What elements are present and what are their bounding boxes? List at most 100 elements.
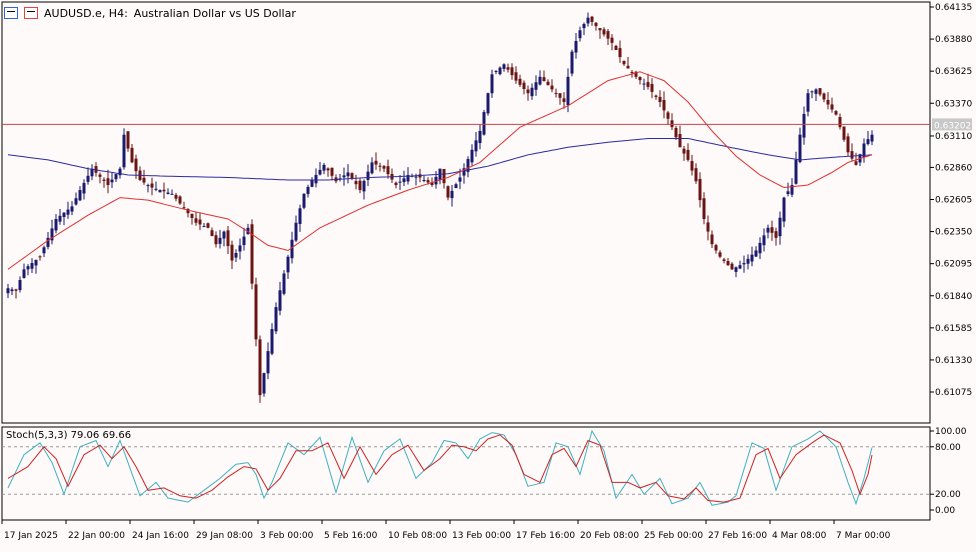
candle-body [422,179,426,181]
candle-body [58,215,62,222]
price-tick-label: 0.63880 [935,35,972,45]
candle-body [710,234,714,245]
candle-body [826,100,830,105]
candle-body [674,127,678,138]
price-tick-label: 0.61585 [935,324,972,334]
candle-body [570,51,574,74]
candle-body [166,192,170,194]
candle-body [594,22,598,27]
time-tick-label: 20 Feb 08:00 [580,531,639,541]
candle-body [154,188,158,190]
chart-header: AUDUSD.e, H4: Australian Dollar vs US Do… [4,4,296,22]
candle-body [726,261,730,266]
candle-body [578,30,582,39]
time-tick-label: 13 Feb 00:00 [452,531,511,541]
stoch-signal-line [7,434,873,503]
candle-body [830,104,834,110]
candle-body [182,207,186,209]
chart-grid-icon[interactable] [4,7,18,19]
price-tick-label: 0.64135 [935,3,972,13]
candle-body [574,40,578,53]
price-tick-label: 0.62095 [935,260,972,270]
candle-body [538,76,542,85]
candle-body [534,82,538,90]
price-tick-label: 0.63370 [935,99,972,109]
chart-window[interactable]: 0.63202 0.64135 0.63880 0.63625 0.63370 0.631… [0,0,976,548]
ma-slow-line [7,138,873,181]
candle-body [706,222,710,232]
candle-body [42,247,46,254]
candle-body [670,120,674,128]
candle-body [350,173,354,179]
candle-body [326,168,330,171]
symbol-description: Australian Dollar vs US Dollar [133,6,296,20]
time-tick-label: 4 Mar 08:00 [772,531,827,541]
candle-body [850,151,854,159]
candle-body [714,245,718,251]
candle-body [742,263,746,265]
candle-body [698,178,702,201]
stoch-tick-label: 20.00 [935,490,961,500]
stoch-tick-label: 80.00 [935,443,961,453]
candle-body [382,166,386,169]
stoch-tick-label: 100.00 [935,427,967,437]
candle-body [242,236,246,246]
candle-body [558,93,562,98]
candle-body [530,87,534,97]
candle-body [478,130,482,144]
candle-body [458,177,462,182]
candle-body [866,139,870,145]
candle-body [450,190,454,199]
candle-body [730,263,734,270]
candle-body [162,189,166,192]
candle-body [582,23,586,29]
candle-body [754,250,758,257]
candle-body [490,74,494,94]
candle-body [794,159,798,184]
candle-body [74,198,78,205]
time-tick-label: 5 Feb 16:00 [324,531,378,541]
candle-body [494,70,498,72]
candle-body [206,223,210,228]
candle-body [146,185,150,187]
stoch-indicator-label: Stoch(5,3,3) 79.06 69.66 [6,430,132,441]
candle-body [666,112,670,119]
time-tick-label: 29 Jan 08:00 [196,531,253,541]
candle-body [374,160,378,165]
candle-body [346,172,350,177]
candle-body [342,175,346,178]
candle-body [130,147,134,163]
candle-body [134,158,138,172]
chart-candle-icon[interactable] [24,7,38,19]
candle-body [174,194,178,199]
candle-body [414,176,418,178]
candle-body [522,82,526,89]
price-tick-label: 0.62350 [935,228,972,238]
candle-body [786,191,790,195]
candle-body [38,256,42,258]
candle-body [218,237,222,244]
candle-body [14,289,18,291]
candle-body [778,217,782,237]
candle-body [806,93,810,112]
price-tick-label: 0.61330 [935,356,972,366]
time-tick-label: 17 Jan 2025 [4,531,58,541]
candle-body [722,259,726,261]
candle-body [82,182,86,194]
candle-body [818,88,822,95]
candle-body [810,91,814,93]
candle-body [542,77,546,82]
candle-body [774,231,778,238]
candle-body [618,48,622,58]
candle-body [846,136,850,153]
candle-body [18,280,22,291]
candle-body [510,67,514,76]
candle-body [394,182,398,186]
time-tick-label: 10 Feb 08:00 [388,531,447,541]
candle-body [642,83,646,85]
candle-body [370,162,374,174]
chart-canvas[interactable]: 0.63202 0.64135 0.63880 0.63625 0.63370 0.631… [0,0,976,548]
candle-body [310,179,314,187]
candle-body [426,180,430,183]
candle-body [802,113,806,138]
